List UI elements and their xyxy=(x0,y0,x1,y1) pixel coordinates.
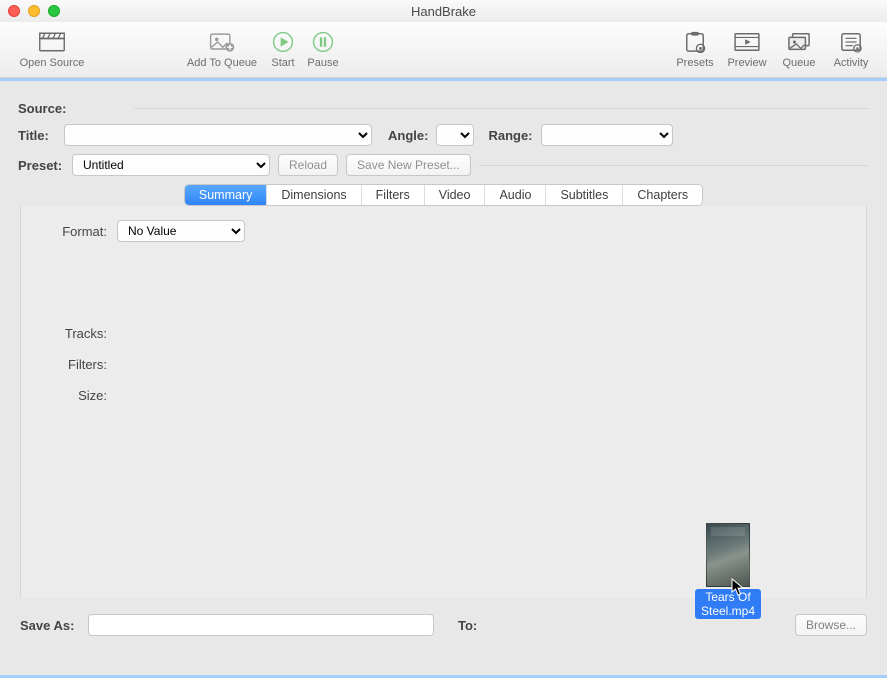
clipboard-gear-icon xyxy=(679,29,711,55)
preview-button[interactable]: Preview xyxy=(721,22,773,76)
pause-button[interactable]: Pause xyxy=(302,22,344,76)
open-source-button[interactable]: Open Source xyxy=(10,22,94,76)
size-label: Size: xyxy=(41,388,107,403)
log-icon xyxy=(835,29,867,55)
toolbar-label: Start xyxy=(271,57,294,69)
file-thumbnail-icon xyxy=(706,523,750,587)
filmstrip-play-icon xyxy=(731,29,763,55)
toolbar-label: Preview xyxy=(727,57,766,69)
toolbar-label: Activity xyxy=(834,57,869,69)
format-row: Format: No Value xyxy=(41,220,846,242)
clapperboard-icon xyxy=(36,29,68,55)
settings-tabs: SummaryDimensionsFiltersVideoAudioSubtit… xyxy=(184,184,703,206)
toolbar-label: Presets xyxy=(676,57,713,69)
angle-select[interactable] xyxy=(436,124,474,146)
toolbar-label: Open Source xyxy=(20,57,85,69)
dragged-file[interactable]: Tears Of Steel.mp4 xyxy=(696,523,760,619)
source-row: Source: xyxy=(18,101,869,116)
queue-button[interactable]: Queue xyxy=(773,22,825,76)
save-as-label: Save As: xyxy=(20,618,78,633)
title-label: Title: xyxy=(18,128,56,143)
titlebar: HandBrake xyxy=(0,0,887,22)
activity-button[interactable]: Activity xyxy=(825,22,877,76)
preset-label: Preset: xyxy=(18,158,64,173)
to-label: To: xyxy=(458,618,516,633)
toolbar-label: Queue xyxy=(782,57,815,69)
presets-button[interactable]: Presets xyxy=(669,22,721,76)
angle-label: Angle: xyxy=(388,128,428,143)
start-button[interactable]: Start xyxy=(264,22,302,76)
range-label: Range: xyxy=(488,128,532,143)
range-select[interactable] xyxy=(541,124,673,146)
tab-subtitles[interactable]: Subtitles xyxy=(546,185,623,205)
tab-chapters[interactable]: Chapters xyxy=(623,185,702,205)
content-area: Source: Title: Angle: Range: Preset: Unt… xyxy=(0,78,887,675)
preset-select[interactable]: Untitled xyxy=(72,154,270,176)
reload-button[interactable]: Reload xyxy=(278,154,338,176)
tab-filters[interactable]: Filters xyxy=(362,185,425,205)
play-icon xyxy=(267,29,299,55)
save-as-input[interactable] xyxy=(88,614,434,636)
preset-row: Preset: Untitled Reload Save New Preset.… xyxy=(18,154,869,176)
image-plus-icon xyxy=(206,29,238,55)
toolbar: Open Source Add To Queue Start Pause xyxy=(0,22,887,78)
tab-video[interactable]: Video xyxy=(425,185,486,205)
title-row: Title: Angle: Range: xyxy=(18,124,869,146)
source-label: Source: xyxy=(18,101,66,116)
images-stack-icon xyxy=(783,29,815,55)
browse-button[interactable]: Browse... xyxy=(795,614,867,636)
format-label: Format: xyxy=(41,224,107,239)
pause-icon xyxy=(307,29,339,55)
window-title: HandBrake xyxy=(0,4,887,19)
format-select[interactable]: No Value xyxy=(117,220,245,242)
tab-audio[interactable]: Audio xyxy=(485,185,546,205)
title-select[interactable] xyxy=(64,124,372,146)
toolbar-label: Add To Queue xyxy=(187,57,257,69)
tab-dimensions[interactable]: Dimensions xyxy=(267,185,361,205)
dragged-file-name: Tears Of Steel.mp4 xyxy=(695,589,761,619)
filters-label: Filters: xyxy=(41,357,107,372)
app-window: HandBrake Open Source Add To Queue xyxy=(0,0,887,678)
save-new-preset-button[interactable]: Save New Preset... xyxy=(346,154,471,176)
tab-summary[interactable]: Summary xyxy=(185,185,267,205)
tracks-label: Tracks: xyxy=(41,326,107,341)
add-to-queue-button[interactable]: Add To Queue xyxy=(180,22,264,76)
toolbar-label: Pause xyxy=(307,57,338,69)
